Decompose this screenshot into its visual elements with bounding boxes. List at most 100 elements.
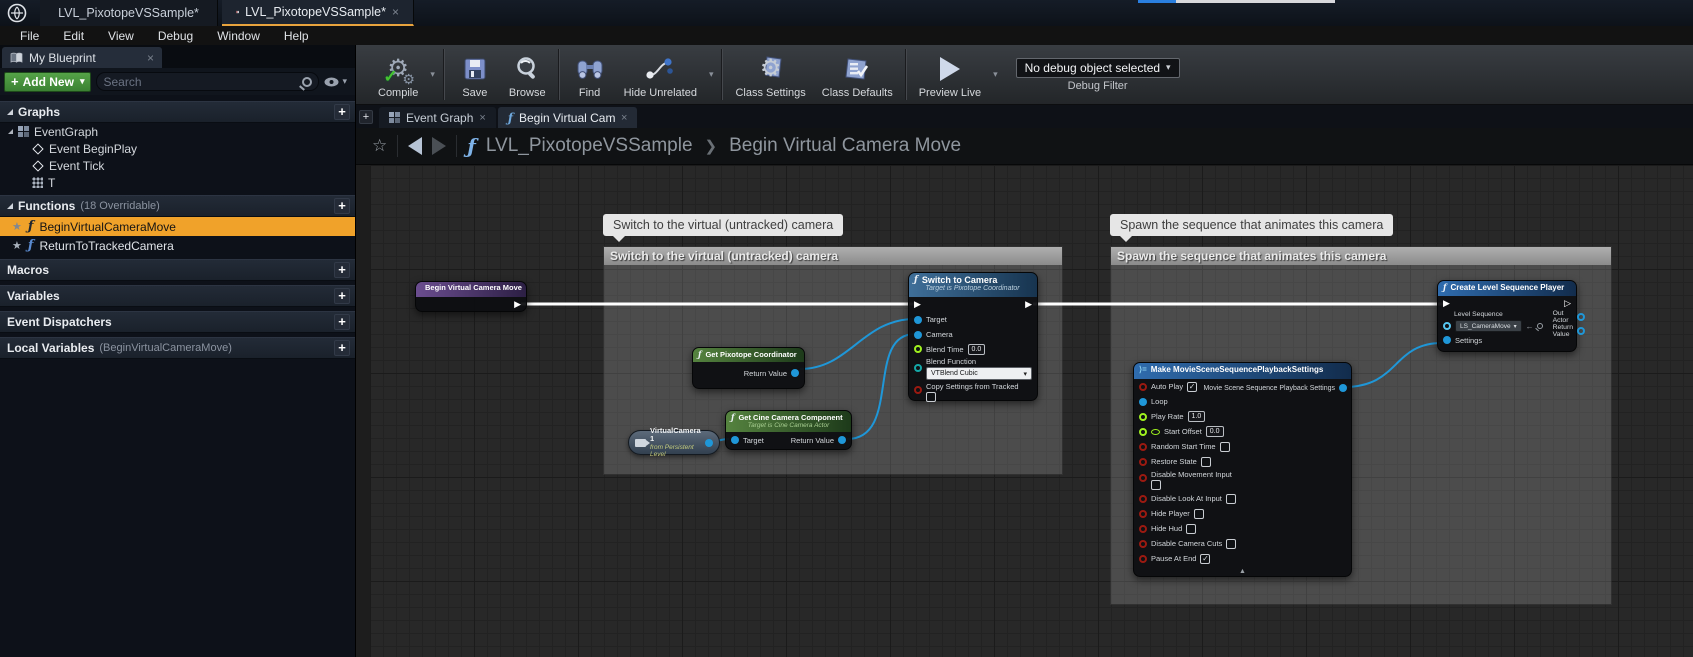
tree-item-eventgraph[interactable]: EventGraph bbox=[0, 123, 355, 140]
exec-out-pin[interactable]: ▶ bbox=[1025, 300, 1032, 309]
hide-unrelated-caret[interactable]: ▾ bbox=[705, 69, 718, 80]
menu-edit[interactable]: Edit bbox=[51, 29, 96, 43]
auto-play-pin[interactable] bbox=[1139, 383, 1147, 391]
disable-camera-cuts-pin[interactable] bbox=[1139, 540, 1147, 548]
return-value-pin[interactable] bbox=[838, 436, 846, 444]
find-button[interactable]: Find bbox=[564, 45, 616, 104]
return-value-pin[interactable] bbox=[1577, 327, 1585, 335]
level-sequence-dropdown[interactable]: LS_CameraMove ▾ bbox=[1455, 320, 1522, 332]
disable-look-at-input-pin[interactable] bbox=[1139, 495, 1147, 503]
add-graph-button[interactable]: + bbox=[334, 104, 350, 120]
function-return-to-tracked-camera[interactable]: ★ ƒ ReturnToTrackedCamera bbox=[0, 236, 355, 255]
return-value-pin[interactable] bbox=[791, 369, 799, 377]
settings-pin[interactable] bbox=[1443, 336, 1451, 344]
compile-options-caret[interactable]: ▾ bbox=[426, 69, 439, 80]
camera-pin[interactable] bbox=[914, 331, 922, 339]
tree-item-event-tick[interactable]: Event Tick bbox=[0, 157, 355, 174]
tree-item-t[interactable]: T bbox=[0, 174, 355, 191]
blend-time-input[interactable]: 0.0 bbox=[968, 344, 986, 355]
exec-in-pin[interactable]: ▶ bbox=[914, 300, 921, 309]
blend-function-pin[interactable] bbox=[914, 364, 922, 372]
forward-arrow-icon[interactable] bbox=[432, 137, 446, 155]
menu-help[interactable]: Help bbox=[272, 29, 321, 43]
expanded-arrow-icon[interactable] bbox=[8, 129, 13, 134]
target-pin[interactable] bbox=[731, 436, 739, 444]
play-rate-pin[interactable] bbox=[1139, 413, 1147, 421]
hide-hud-checkbox[interactable] bbox=[1186, 524, 1196, 534]
add-new-button[interactable]: + Add New ▾ bbox=[4, 72, 91, 92]
hide-player-checkbox[interactable] bbox=[1194, 509, 1204, 519]
view-options-button[interactable]: ▾ bbox=[324, 76, 351, 87]
node-make-playback-settings[interactable]: ⟩= Make MovieSceneSequencePlaybackSettin… bbox=[1133, 362, 1352, 577]
copy-settings-pin[interactable] bbox=[914, 386, 922, 394]
exec-out-pin[interactable]: ▶ bbox=[514, 300, 521, 309]
node-begin-virtual-camera-move[interactable]: Begin Virtual Camera Move ▶ bbox=[415, 281, 527, 312]
debug-object-dropdown[interactable]: No debug object selected ▾ bbox=[1016, 58, 1180, 78]
loop-pin[interactable] bbox=[1139, 398, 1147, 406]
node-virtual-camera-variable[interactable]: VirtualCamera 1 from Persistent Level bbox=[628, 430, 720, 455]
struct-wire[interactable] bbox=[1344, 343, 1442, 387]
unreal-logo-icon[interactable] bbox=[7, 3, 27, 23]
section-local-variables[interactable]: Local Variables (BeginVirtualCameraMove)… bbox=[0, 337, 355, 359]
section-event-dispatchers[interactable]: Event Dispatchers + bbox=[0, 311, 355, 333]
collapse-arrow-icon[interactable]: ▲ bbox=[1239, 568, 1246, 575]
disable-look-at-input-checkbox[interactable] bbox=[1226, 494, 1236, 504]
add-macro-button[interactable]: + bbox=[334, 262, 350, 278]
favorite-star-icon[interactable]: ☆ bbox=[372, 136, 387, 156]
node-switch-to-camera[interactable]: ƒ Switch to Camera Target is Pixotope Co… bbox=[908, 272, 1038, 401]
add-function-button[interactable]: + bbox=[334, 198, 350, 214]
breadcrumb-root[interactable]: LVL_PixotopeVSSample bbox=[486, 135, 693, 157]
random-start-time-pin[interactable] bbox=[1139, 443, 1147, 451]
menu-window[interactable]: Window bbox=[205, 29, 272, 43]
start-offset-pin[interactable] bbox=[1139, 428, 1147, 436]
preview-live-button[interactable]: Preview Live bbox=[911, 45, 989, 104]
copy-settings-checkbox[interactable] bbox=[926, 392, 936, 402]
disable-movement-input-pin[interactable] bbox=[1139, 474, 1147, 482]
use-selected-icon[interactable]: ← bbox=[1526, 322, 1534, 331]
exec-out-pin[interactable]: ▷ bbox=[1564, 299, 1571, 308]
out-actor-pin[interactable] bbox=[1577, 313, 1585, 321]
tree-item-event-beginplay[interactable]: Event BeginPlay bbox=[0, 140, 355, 157]
blueprint-graph-canvas[interactable]: Switch to the virtual (untracked) camera… bbox=[370, 165, 1693, 657]
object-wire[interactable] bbox=[800, 319, 915, 369]
disable-movement-input-checkbox[interactable] bbox=[1151, 480, 1161, 490]
section-functions[interactable]: Functions (18 Overridable) + bbox=[0, 195, 355, 217]
blend-time-pin[interactable] bbox=[914, 345, 922, 353]
disable-camera-cuts-checkbox[interactable] bbox=[1226, 539, 1236, 549]
tab-event-graph[interactable]: Event Graph × bbox=[379, 107, 496, 128]
tab-begin-virtual-camera[interactable]: ƒ Begin Virtual Cam × bbox=[498, 107, 638, 128]
variable-out-pin[interactable] bbox=[705, 439, 713, 447]
add-dispatcher-button[interactable]: + bbox=[334, 314, 350, 330]
asset-tab-blueprint-active[interactable]: LVL_PixotopeVSSample* × bbox=[222, 0, 414, 26]
menu-debug[interactable]: Debug bbox=[146, 29, 205, 43]
preview-live-caret[interactable]: ▾ bbox=[989, 69, 1002, 80]
function-begin-virtual-camera-move[interactable]: ★ ƒ BeginVirtualCameraMove bbox=[0, 217, 355, 236]
close-icon[interactable]: × bbox=[479, 112, 485, 124]
start-offset-input[interactable]: 0.0 bbox=[1206, 426, 1224, 437]
menu-file[interactable]: File bbox=[8, 29, 51, 43]
browse-button[interactable]: Browse bbox=[501, 45, 554, 104]
asset-tab-level[interactable]: LVL_PixotopeVSSample* bbox=[40, 0, 218, 26]
section-graphs[interactable]: Graphs + bbox=[0, 101, 355, 123]
exec-in-pin[interactable]: ▶ bbox=[1443, 299, 1450, 308]
hide-player-pin[interactable] bbox=[1139, 510, 1147, 518]
node-create-level-sequence-player[interactable]: ƒ Create Level Sequence Player ▶ ▷ Level… bbox=[1437, 280, 1577, 352]
restore-state-checkbox[interactable] bbox=[1201, 457, 1211, 467]
auto-play-checkbox[interactable]: ✓ bbox=[1187, 382, 1197, 392]
random-start-time-checkbox[interactable] bbox=[1220, 442, 1230, 452]
save-button[interactable]: Save bbox=[449, 45, 501, 104]
add-local-variable-button[interactable]: + bbox=[334, 340, 350, 356]
section-variables[interactable]: Variables + bbox=[0, 285, 355, 307]
node-get-pixotope-coordinator[interactable]: ƒ Get Pixotope Coordinator Return Value bbox=[692, 347, 805, 389]
section-macros[interactable]: Macros + bbox=[0, 259, 355, 281]
search-box[interactable] bbox=[96, 72, 319, 91]
pause-at-end-pin[interactable] bbox=[1139, 555, 1147, 563]
browse-asset-icon[interactable] bbox=[1537, 323, 1543, 329]
settings-output-pin[interactable] bbox=[1339, 384, 1347, 392]
search-input[interactable] bbox=[103, 75, 302, 89]
back-arrow-icon[interactable] bbox=[408, 137, 422, 155]
menu-view[interactable]: View bbox=[96, 29, 146, 43]
object-wire[interactable] bbox=[847, 334, 915, 439]
class-defaults-button[interactable]: Class Defaults bbox=[814, 45, 901, 104]
close-icon[interactable]: × bbox=[147, 51, 154, 65]
